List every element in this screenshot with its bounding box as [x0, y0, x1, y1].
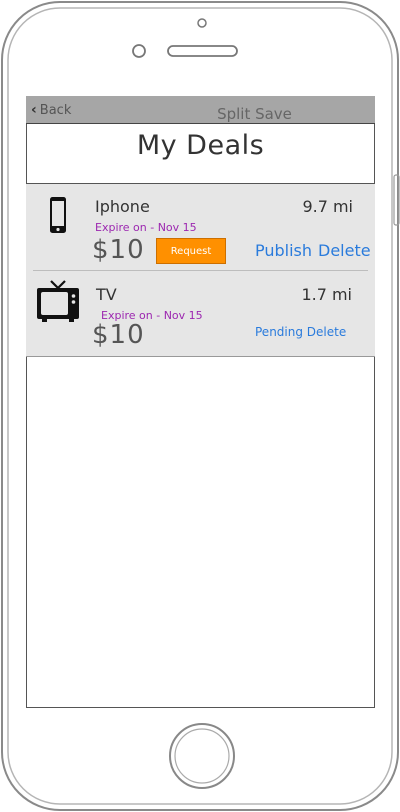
deal-price: $10	[92, 235, 145, 265]
delete-link[interactable]: Delete	[318, 241, 371, 260]
deal-name: Iphone	[95, 197, 150, 216]
pending-delete-link[interactable]: Pending Delete	[255, 325, 346, 339]
deal-name: TV	[96, 285, 117, 304]
divider	[33, 270, 368, 271]
request-button[interactable]: Request	[156, 238, 226, 264]
deal-expire: Expire on - Nov 15	[95, 221, 197, 234]
home-button-icon	[169, 723, 235, 789]
deal-price: $10	[92, 320, 145, 350]
page-title: My Deals	[136, 130, 265, 161]
smartphone-icon	[49, 196, 67, 238]
publish-link[interactable]: Publish	[255, 241, 312, 260]
nav-title: Split Save	[217, 105, 292, 123]
tv-icon	[36, 279, 80, 327]
deal-distance: 9.7 mi	[302, 197, 353, 216]
deals-list: Iphone 9.7 mi Expire on - Nov 15 $10 Req…	[26, 183, 375, 357]
navigation-bar: ‹ Back Split Save	[26, 96, 375, 124]
deal-distance: 1.7 mi	[301, 285, 352, 304]
speaker-icon	[132, 18, 238, 58]
